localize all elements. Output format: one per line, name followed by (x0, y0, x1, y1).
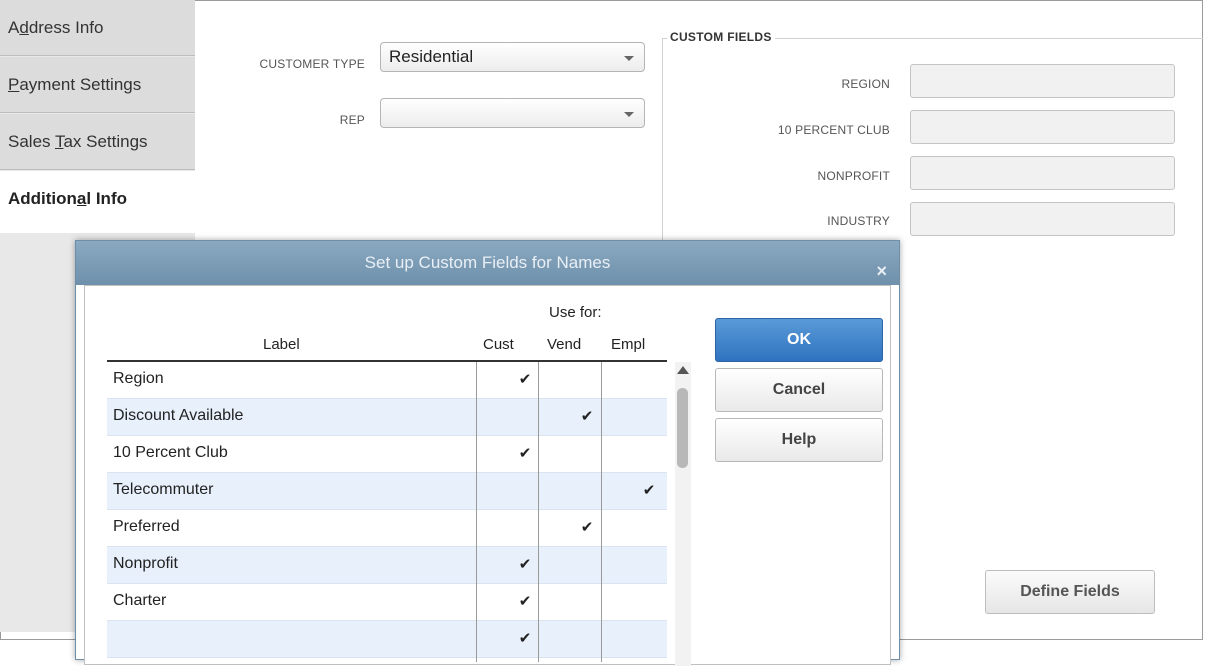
column-label-header: Label (263, 336, 300, 353)
dialog-title: Set up Custom Fields for Names (364, 253, 611, 272)
industry-label: INDUSTRY (827, 214, 890, 228)
row-label: Preferred (113, 518, 180, 535)
nonprofit-label: NONPROFIT (817, 169, 890, 183)
dialog-title-bar[interactable]: Set up Custom Fields for Names × (76, 241, 899, 285)
customer-type-value: Residential (389, 47, 474, 66)
table-row[interactable]: Telecommuter ✔ (107, 473, 667, 510)
tab-sales-tax-settings-label: Sales Tax Settings (8, 132, 148, 151)
tab-address-info-label: Address Info (8, 18, 104, 37)
custom-fields-dialog: Set up Custom Fields for Names × Use for… (75, 240, 900, 666)
nonprofit-field[interactable] (910, 156, 1175, 190)
custom-fields-title: CUSTOM FIELDS (667, 30, 775, 44)
rep-dropdown[interactable] (380, 98, 645, 128)
customer-type-label: CUSTOMER TYPE (259, 57, 365, 71)
column-cust-header: Cust (483, 336, 514, 353)
ok-button[interactable]: OK (715, 318, 883, 362)
table-row[interactable]: Charter ✔ (107, 584, 667, 621)
ten-percent-club-label: 10 PERCENT CLUB (777, 123, 890, 137)
chevron-down-icon (624, 112, 634, 117)
table-row[interactable]: 10 Percent Club ✔ (107, 436, 667, 473)
cancel-button[interactable]: Cancel (715, 368, 883, 412)
tab-additional-info-label: Additional Info (8, 189, 127, 208)
row-label: 10 Percent Club (113, 444, 228, 461)
table-row[interactable]: Region ✔ (107, 362, 667, 399)
row-label: Region (113, 370, 164, 387)
cust-checkbox[interactable]: ✔ (515, 370, 535, 388)
vend-checkbox[interactable]: ✔ (577, 518, 597, 536)
vertical-scrollbar[interactable] (675, 362, 691, 666)
column-empl-header: Empl (611, 336, 646, 353)
region-field[interactable] (910, 64, 1175, 98)
scroll-thumb[interactable] (677, 388, 688, 468)
empl-checkbox[interactable]: ✔ (639, 481, 659, 499)
cust-checkbox[interactable]: ✔ (515, 555, 535, 573)
row-label: Nonprofit (113, 555, 178, 572)
table-row[interactable]: Preferred ✔ (107, 510, 667, 547)
rep-label: REP (339, 113, 365, 127)
customer-type-dropdown[interactable]: Residential (380, 42, 645, 72)
vend-checkbox[interactable]: ✔ (577, 407, 597, 425)
table-row[interactable]: ✔ (107, 621, 667, 658)
tab-payment-settings-label: Payment Settings (8, 75, 142, 94)
cust-checkbox[interactable]: ✔ (515, 444, 535, 462)
chevron-down-icon (624, 56, 634, 61)
tab-address-info[interactable]: Address Info (0, 0, 195, 56)
region-label: REGION (841, 77, 890, 91)
row-label: Charter (113, 592, 167, 609)
dialog-body: Use for: Label Cust Vend Empl Region ✔ D… (84, 285, 891, 666)
use-for-label: Use for: (549, 304, 602, 321)
column-divider (538, 362, 539, 662)
table-row[interactable]: Nonprofit ✔ (107, 547, 667, 584)
table-row[interactable]: Discount Available ✔ (107, 399, 667, 436)
ten-percent-club-field[interactable] (910, 110, 1175, 144)
row-label: Discount Available (113, 407, 244, 424)
row-label: Telecommuter (113, 481, 214, 498)
help-button[interactable]: Help (715, 418, 883, 462)
column-divider (476, 362, 477, 662)
column-divider (601, 362, 602, 662)
define-fields-button[interactable]: Define Fields (985, 570, 1155, 614)
column-vend-header: Vend (547, 336, 582, 353)
cust-checkbox[interactable]: ✔ (515, 592, 535, 610)
industry-field[interactable] (910, 202, 1175, 236)
tab-payment-settings[interactable]: Payment Settings (0, 57, 195, 113)
cust-checkbox[interactable]: ✔ (515, 629, 535, 647)
scroll-up-arrow-icon[interactable] (677, 366, 689, 374)
tab-additional-info[interactable]: Additional Info (0, 171, 195, 233)
tab-sales-tax-settings[interactable]: Sales Tax Settings (0, 114, 195, 170)
